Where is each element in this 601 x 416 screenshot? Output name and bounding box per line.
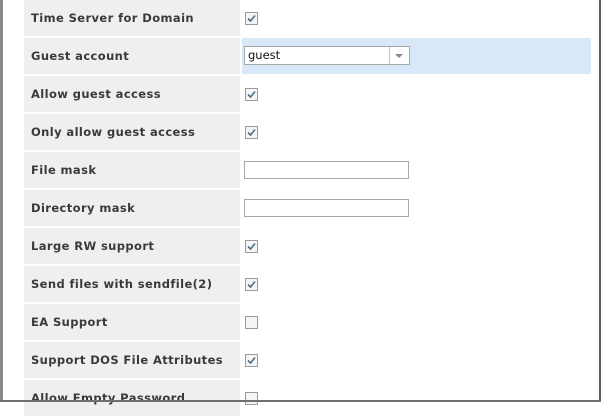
large-rw-checkbox[interactable]: [245, 240, 258, 253]
setting-value-cell: [242, 380, 591, 416]
guest-account-select[interactable]: guest: [244, 46, 410, 65]
row-time-server: Time Server for Domain: [23, 0, 591, 36]
allow-empty-password-checkbox[interactable]: [245, 392, 258, 405]
setting-value-cell: guest: [242, 38, 591, 74]
check-icon: [247, 356, 256, 365]
chevron-down-icon[interactable]: [389, 47, 409, 64]
setting-value-cell: [242, 76, 591, 112]
check-icon: [247, 280, 256, 289]
setting-label: Allow guest access: [24, 76, 240, 112]
setting-value-cell: [242, 228, 591, 264]
setting-label: Send files with sendfile(2): [24, 266, 240, 302]
setting-label: Time Server for Domain: [24, 0, 240, 36]
setting-label: Large RW support: [24, 228, 240, 264]
dos-attributes-checkbox[interactable]: [245, 354, 258, 367]
setting-label: Support DOS File Attributes: [24, 342, 240, 378]
file-mask-input[interactable]: [244, 161, 409, 179]
check-icon: [247, 14, 256, 23]
setting-value-cell: [242, 342, 591, 378]
row-allow-guest-access: Allow guest access: [23, 76, 591, 112]
select-value: guest: [248, 48, 281, 62]
ea-support-checkbox[interactable]: [245, 316, 258, 329]
setting-label: Directory mask: [24, 190, 240, 226]
row-ea-support: EA Support: [23, 304, 591, 340]
setting-value-cell: [242, 304, 591, 340]
setting-label: EA Support: [24, 304, 240, 340]
check-icon: [247, 128, 256, 137]
check-icon: [247, 242, 256, 251]
row-file-mask: File mask: [23, 152, 591, 188]
row-directory-mask: Directory mask: [23, 190, 591, 226]
row-large-rw: Large RW support: [23, 228, 591, 264]
setting-label: Only allow guest access: [24, 114, 240, 150]
row-sendfile: Send files with sendfile(2): [23, 266, 591, 302]
time-server-checkbox[interactable]: [245, 12, 258, 25]
setting-value-cell: [242, 114, 591, 150]
setting-value-cell: [242, 152, 591, 188]
setting-label: Allow Empty Password: [24, 380, 240, 416]
left-margin: [3, 0, 23, 402]
only-guest-access-checkbox[interactable]: [245, 126, 258, 139]
row-allow-empty-password: Allow Empty Password: [23, 380, 591, 416]
setting-label: Guest account: [24, 38, 240, 74]
check-icon: [247, 90, 256, 99]
setting-value-cell: [242, 266, 591, 302]
sendfile-checkbox[interactable]: [245, 278, 258, 291]
setting-label: File mask: [24, 152, 240, 188]
allow-guest-access-checkbox[interactable]: [245, 88, 258, 101]
setting-value-cell: [242, 190, 591, 226]
directory-mask-input[interactable]: [244, 199, 409, 217]
row-only-guest-access: Only allow guest access: [23, 114, 591, 150]
row-guest-account: Guest account guest: [23, 38, 591, 74]
setting-value-cell: [242, 0, 591, 36]
row-dos-attributes: Support DOS File Attributes: [23, 342, 591, 378]
